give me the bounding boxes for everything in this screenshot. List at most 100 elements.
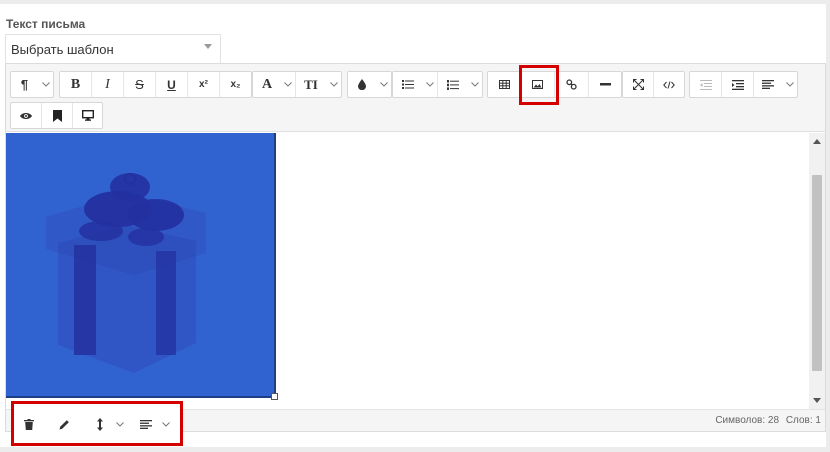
font-color-button[interactable]: A — [253, 72, 281, 97]
horizontal-rule-icon — [599, 83, 611, 86]
image-resize-dropdown[interactable] — [116, 415, 124, 433]
symbols-count: Символов: 28 — [715, 415, 780, 426]
preview-button[interactable] — [11, 103, 42, 128]
toolbar-group-insert — [487, 71, 622, 98]
bullet-list-button[interactable] — [393, 72, 423, 97]
italic-button[interactable]: I — [92, 72, 124, 97]
image-align-dropdown[interactable] — [162, 415, 170, 433]
toolbar-group-font: A TI — [252, 71, 342, 98]
bold-icon: B — [70, 76, 81, 92]
horizontal-rule-button[interactable] — [589, 72, 621, 97]
chevron-down-icon — [470, 82, 479, 87]
align-button[interactable] — [754, 72, 782, 97]
outdent-icon — [699, 79, 712, 90]
image-icon — [532, 80, 543, 89]
editor-content[interactable] — [6, 133, 809, 409]
strikethrough-button[interactable]: S — [124, 72, 156, 97]
image-edit-button[interactable] — [59, 415, 70, 433]
chevron-down-icon — [116, 421, 124, 427]
trash-icon — [24, 418, 34, 430]
chevron-down-icon — [329, 82, 338, 87]
background-color-dropdown[interactable] — [376, 72, 391, 97]
scroll-up-arrow-icon[interactable] — [813, 139, 821, 144]
chevron-down-icon — [41, 82, 50, 87]
pilcrow-icon: ¶ — [20, 77, 29, 92]
background-color-button[interactable] — [348, 72, 376, 97]
scroll-thumb[interactable] — [812, 175, 822, 371]
table-button[interactable] — [488, 72, 521, 97]
font-size-dropdown[interactable] — [326, 72, 341, 97]
pencil-icon — [59, 419, 69, 429]
drop-icon — [358, 79, 366, 90]
outdent-button[interactable] — [690, 72, 722, 97]
bookmark-button[interactable] — [42, 103, 73, 128]
image-button[interactable] — [521, 72, 555, 97]
toolbar-group-view — [622, 71, 685, 98]
indent-icon — [731, 79, 744, 90]
image-resize-button[interactable] — [96, 415, 104, 433]
link-icon — [566, 79, 577, 90]
content-scrollbar[interactable] — [809, 133, 825, 409]
numbered-list-dropdown[interactable] — [467, 72, 482, 97]
vertical-resize-icon — [97, 417, 103, 431]
toolbar-group-format: B I S U x² x₂ — [59, 71, 252, 98]
toolbar-group-indent — [689, 71, 798, 98]
image-delete-button[interactable] — [24, 415, 34, 433]
font-size-button[interactable]: TI — [296, 72, 326, 97]
superscript-icon: x² — [199, 79, 208, 90]
chevron-down-icon — [162, 421, 170, 427]
toolbar-group-color — [347, 71, 392, 98]
toolbar-group-lists — [392, 71, 483, 98]
image-popover-toolbar — [11, 401, 183, 446]
bullet-list-dropdown[interactable] — [423, 72, 438, 97]
eye-icon — [20, 112, 32, 119]
subscript-icon: x₂ — [230, 79, 241, 90]
table-icon — [498, 80, 510, 89]
font-color-dropdown[interactable] — [281, 72, 296, 97]
bookmark-icon — [52, 109, 62, 122]
template-select[interactable]: Выбрать шаблон — [5, 34, 221, 65]
italic-icon: I — [105, 76, 110, 92]
link-button[interactable] — [555, 72, 589, 97]
chevron-down-icon — [785, 82, 794, 87]
field-label: Текст письма — [6, 17, 86, 31]
paragraph-button[interactable]: ¶ — [11, 72, 38, 97]
image-selection-frame — [6, 133, 276, 398]
align-left-icon — [140, 419, 152, 429]
fullscreen-icon — [632, 79, 644, 90]
words-count: Слов: 1 — [785, 415, 821, 426]
subscript-button[interactable]: x₂ — [220, 72, 251, 97]
chevron-down-icon — [204, 44, 212, 49]
image-align-button[interactable] — [140, 415, 152, 433]
underline-icon: U — [167, 77, 176, 92]
paragraph-dropdown[interactable] — [38, 72, 53, 97]
image-resize-handle[interactable] — [271, 393, 278, 400]
bullet-list-icon — [402, 80, 414, 89]
desktop-preview-button[interactable] — [73, 103, 102, 128]
font-color-icon: A — [261, 76, 273, 92]
scroll-down-arrow-icon[interactable] — [813, 398, 821, 403]
align-left-icon — [762, 80, 774, 89]
bold-button[interactable]: B — [60, 72, 92, 97]
code-icon — [663, 80, 675, 89]
rich-text-editor: ¶ B I S U x² x₂ A TI Символов: 28 Слов: … — [5, 63, 826, 432]
numbered-list-icon — [446, 79, 459, 90]
chevron-down-icon — [426, 82, 434, 87]
strikethrough-icon: S — [135, 77, 144, 92]
align-dropdown[interactable] — [782, 72, 797, 97]
code-view-button[interactable] — [654, 72, 684, 97]
toolbar-group-paragraph: ¶ — [10, 71, 54, 98]
chevron-down-icon — [379, 82, 388, 87]
font-size-icon: TI — [304, 76, 318, 92]
numbered-list-button[interactable] — [438, 72, 467, 97]
superscript-button[interactable]: x² — [188, 72, 220, 97]
monitor-icon — [81, 110, 94, 121]
template-select-value: Выбрать шаблон — [11, 42, 114, 57]
underline-button[interactable]: U — [156, 72, 188, 97]
chevron-down-icon — [284, 82, 292, 87]
character-counter: Символов: 28 Слов: 1 — [711, 415, 821, 426]
toolbar-group-preview — [10, 102, 103, 129]
editor-toolbar: ¶ B I S U x² x₂ A TI — [6, 64, 825, 132]
indent-button[interactable] — [722, 72, 754, 97]
fullscreen-button[interactable] — [623, 72, 654, 97]
